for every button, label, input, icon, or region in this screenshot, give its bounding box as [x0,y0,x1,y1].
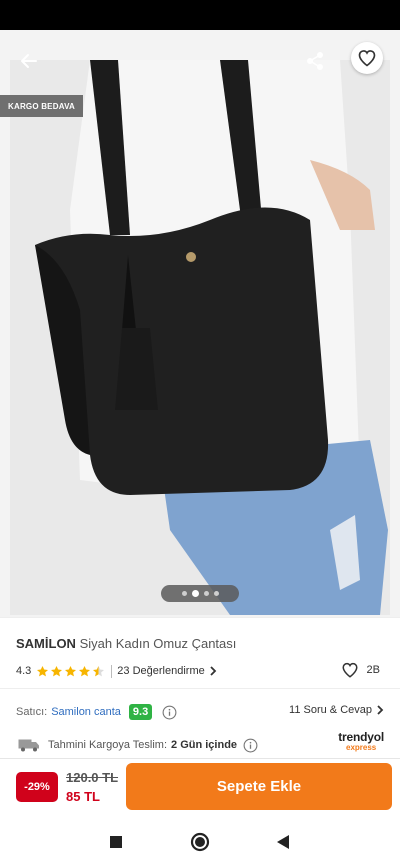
carousel-dot[interactable] [213,591,219,596]
share-icon [307,52,323,70]
delivery-days: 2 Gün içinde [171,739,238,751]
purchase-bar: -29% 120.0 TL 85 TL Sepete Ekle [0,758,400,818]
product-brand[interactable]: SAMİLON [16,636,76,651]
carousel-dot-active[interactable] [191,590,199,597]
seller-name-link[interactable]: Samilon canta [51,706,121,718]
rating-row: 4.3 23 Değerlendirme 2B [16,661,384,681]
favorite-count[interactable]: 2B [341,661,380,679]
recents-button[interactable] [104,830,128,854]
reviews-count: 23 Değerlendirme [117,665,205,677]
info-icon[interactable] [243,738,258,753]
delivery-estimate-row: Tahmini Kargoya Teslim: 2 Gün içinde tre… [18,731,384,755]
share-button[interactable] [300,46,330,76]
free-shipping-badge: KARGO BEDAVA [0,95,83,117]
arrow-left-icon [21,54,37,68]
star-icon [51,665,63,676]
home-button[interactable] [188,830,212,854]
old-price: 120.0 TL [66,770,119,785]
logo-express: express [346,743,377,752]
divider [0,688,400,689]
chevron-right-icon [210,666,217,676]
star-icon [37,665,49,676]
chevron-right-icon [377,705,384,715]
favorite-button[interactable] [351,42,383,74]
square-icon [110,836,122,848]
delivery-label: Tahmini Kargoya Teslim: [48,739,168,751]
seller-row: Satıcı: Samilon canta 9.3 11 Soru & Ceva… [16,702,388,722]
questions-answers-link[interactable]: 11 Soru & Cevap [289,704,384,716]
reviews-link[interactable]: 23 Değerlendirme [117,665,217,677]
status-bar [0,0,400,30]
add-to-cart-button[interactable]: Sepete Ekle [126,763,392,810]
system-back-button[interactable] [271,830,295,854]
discount-badge: -29% [16,772,58,802]
product-title: SAMİLON Siyah Kadın Omuz Çantası [16,636,236,651]
separator [111,664,113,678]
carousel-indicator[interactable] [161,585,239,602]
seller-label: Satıcı: [16,706,48,718]
back-button[interactable] [14,46,44,76]
half-star-icon [93,665,105,676]
carousel-dot[interactable] [181,591,187,596]
product-name: Siyah Kadın Omuz Çantası [79,636,237,651]
circle-icon [190,832,210,852]
rating-value: 4.3 [16,665,32,677]
current-price: 85 TL [66,789,100,804]
seller-score-badge: 9.3 [128,704,153,720]
star-icon [65,665,77,676]
logo-trendyol: trendyol [338,730,384,744]
star-icon [79,665,91,676]
carousel-dot[interactable] [203,591,209,596]
bag-photo-image [10,60,390,615]
android-nav-bar [0,818,400,866]
heart-icon [358,50,376,67]
trendyol-express-logo: trendyol express [338,731,384,752]
triangle-back-icon [277,835,289,849]
favorite-count-value: 2B [366,664,380,676]
product-image-gallery[interactable]: KARGO BEDAVA [0,30,400,617]
questions-answers-label: 11 Soru & Cevap [289,704,372,716]
heart-icon [342,662,358,678]
info-icon[interactable] [162,705,177,720]
rating-stars [36,665,105,678]
product-photo[interactable] [10,60,390,615]
divider [0,617,400,618]
truck-icon [18,739,39,752]
